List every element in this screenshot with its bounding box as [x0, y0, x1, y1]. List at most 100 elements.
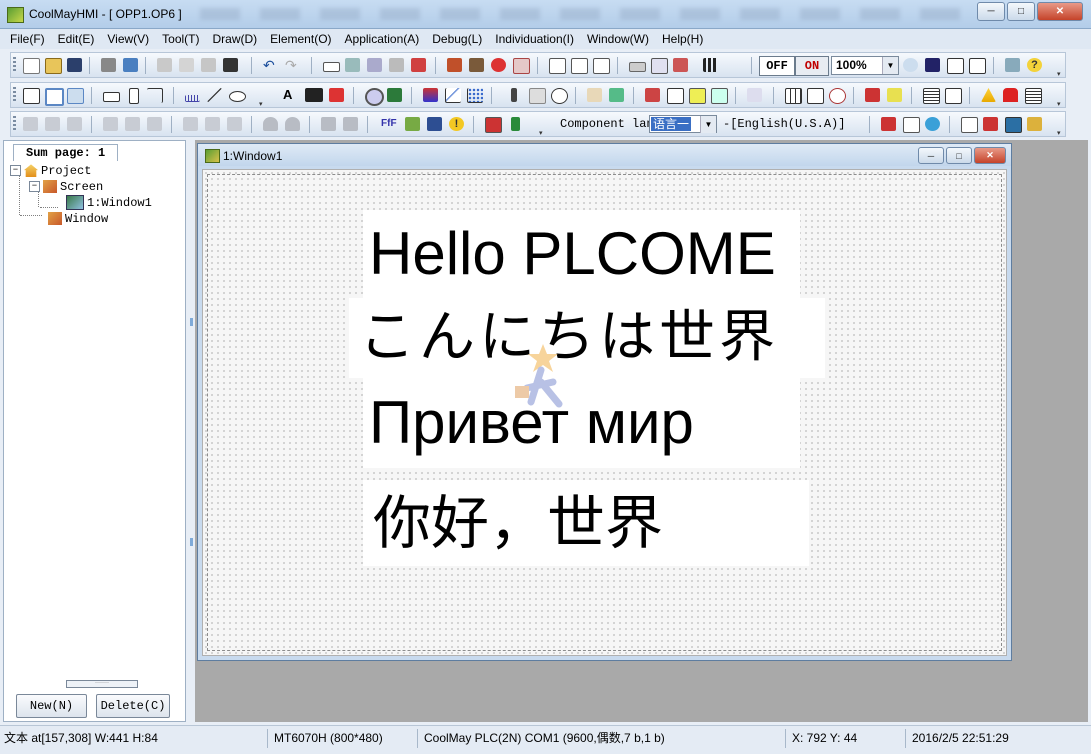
ungroup-icon[interactable] — [343, 117, 358, 131]
zoom-select[interactable]: 100% ▼ — [831, 56, 899, 75]
rectangle-window-icon[interactable] — [323, 62, 340, 72]
panel-splitter[interactable] — [188, 140, 195, 722]
collapse-icon[interactable]: − — [29, 181, 40, 193]
menu-debug[interactable]: Debug(L) — [432, 32, 482, 46]
browser-icon[interactable] — [925, 117, 940, 131]
toolbar-overflow-icon[interactable]: ▾ — [539, 129, 545, 137]
text-element-russian[interactable]: Привет мир — [363, 378, 800, 468]
close-button[interactable]: ✕ — [1037, 2, 1083, 21]
page-icon[interactable] — [549, 58, 566, 74]
child-window[interactable]: 1:Window1 ─ □ ✕ Hello PLCOME こんにちは世界 При… — [197, 143, 1012, 661]
sum-page-tab[interactable]: Sum page: 1 — [13, 144, 119, 161]
design-canvas[interactable]: Hello PLCOME こんにちは世界 Привет мир 你好，世界 — [202, 169, 1007, 656]
paste-icon[interactable] — [201, 58, 216, 72]
monitor-icon[interactable] — [485, 117, 502, 133]
toolbar-overflow-icon[interactable]: ▾ — [259, 100, 265, 108]
undo-icon[interactable]: ↶ — [263, 58, 278, 72]
menu-file[interactable]: File(F) — [10, 32, 45, 46]
search-icon[interactable] — [961, 117, 978, 133]
toolbar-overflow-icon[interactable]: ▾ — [1057, 100, 1063, 108]
line-icon[interactable] — [207, 88, 222, 102]
calendar-icon[interactable] — [651, 58, 668, 74]
same-size-icon[interactable] — [227, 117, 242, 131]
menu-draw[interactable]: Draw(D) — [213, 32, 258, 46]
page-edit-icon[interactable] — [593, 58, 610, 74]
new-file-icon[interactable] — [23, 58, 40, 74]
table-icon[interactable] — [785, 88, 802, 104]
info-icon[interactable]: ! — [449, 117, 464, 131]
picture-icon[interactable] — [609, 88, 624, 102]
io-connect-icon[interactable] — [405, 117, 420, 131]
meter-icon[interactable] — [511, 88, 517, 102]
text-icon[interactable]: A — [283, 88, 298, 102]
tree-node-screen[interactable]: − Screen — [29, 179, 103, 195]
toolbar-overflow-icon[interactable]: ▾ — [1057, 129, 1063, 137]
tree-node-window1[interactable]: 1:Window1 — [66, 195, 152, 211]
window-properties-icon[interactable] — [903, 117, 920, 133]
warning-icon[interactable] — [981, 88, 996, 102]
play-icon[interactable] — [667, 88, 684, 104]
menu-application[interactable]: Application(A) — [345, 32, 420, 46]
timer-icon[interactable] — [829, 88, 846, 104]
horizontal-scrollbar[interactable]: ······· — [66, 680, 138, 688]
align-left-icon[interactable] — [23, 117, 38, 131]
chevron-down-icon[interactable]: ▼ — [882, 57, 898, 74]
function-key-icon[interactable] — [645, 88, 660, 102]
text-element-english[interactable]: Hello PLCOME — [363, 210, 800, 298]
bit-lamp-icon[interactable] — [365, 88, 384, 106]
delete-button[interactable]: Delete(C) — [96, 694, 170, 718]
upload-icon[interactable] — [673, 58, 688, 72]
line-chart-icon[interactable] — [445, 88, 461, 103]
menu-edit[interactable]: Edit(E) — [58, 32, 95, 46]
save-icon[interactable] — [67, 58, 82, 72]
panel-icon[interactable] — [67, 88, 84, 104]
copy-icon[interactable] — [179, 58, 194, 72]
off-button[interactable]: OFF — [759, 56, 795, 76]
split-horizontal-icon[interactable] — [947, 58, 964, 74]
menu-view[interactable]: View(V) — [107, 32, 149, 46]
scatter-chart-icon[interactable] — [467, 88, 483, 103]
new-button[interactable]: New(N) — [16, 694, 87, 718]
ascii-display-icon[interactable] — [329, 88, 344, 102]
help-icon[interactable]: ? — [1027, 58, 1042, 72]
rectangle-icon[interactable] — [23, 88, 40, 104]
redo-icon[interactable]: ↷ — [285, 58, 300, 72]
language-select[interactable]: 语言一 ▼ — [649, 115, 717, 133]
align-bottom-icon[interactable] — [147, 117, 162, 131]
child-close-button[interactable]: ✕ — [974, 147, 1006, 164]
number-display-icon[interactable] — [305, 88, 323, 102]
same-width-icon[interactable] — [183, 117, 198, 131]
device-icon[interactable] — [1005, 117, 1022, 133]
chevron-down-icon[interactable]: ▼ — [700, 116, 716, 133]
trend-chart-icon[interactable] — [423, 88, 438, 102]
screen-icon[interactable] — [345, 58, 360, 72]
alarm-icon[interactable] — [1003, 88, 1018, 102]
word-lamp-icon[interactable] — [387, 88, 402, 102]
text-element-chinese[interactable]: 你好，世界 — [363, 480, 809, 566]
align-right-icon[interactable] — [67, 117, 82, 131]
open-folder-icon[interactable] — [45, 58, 62, 74]
minimize-button[interactable]: ─ — [977, 2, 1005, 21]
download-icon[interactable] — [513, 58, 530, 74]
simulate-icon[interactable] — [491, 58, 506, 72]
tools-icon[interactable] — [469, 58, 484, 72]
text-list-icon[interactable] — [747, 88, 762, 102]
ab-icon[interactable] — [711, 88, 728, 104]
frame-icon[interactable] — [45, 88, 64, 106]
child-maximize-button[interactable]: □ — [946, 147, 972, 164]
menu-window[interactable]: Window(W) — [587, 32, 649, 46]
print-preview-icon[interactable] — [123, 58, 138, 72]
toggle-switch-icon[interactable] — [689, 88, 706, 104]
text-element-japanese[interactable]: こんにちは世界 — [349, 298, 825, 378]
bar-horizontal-icon[interactable] — [103, 92, 120, 102]
tree-node-window[interactable]: Window — [48, 211, 108, 227]
child-title-bar[interactable]: 1:Window1 ─ □ ✕ — [198, 144, 1011, 166]
page-settings-icon[interactable] — [571, 58, 588, 74]
align-top-icon[interactable] — [103, 117, 118, 131]
menu-element[interactable]: Element(O) — [270, 32, 331, 46]
group-icon[interactable] — [321, 117, 336, 131]
align-center-icon[interactable] — [45, 117, 60, 131]
brush-icon[interactable] — [1027, 117, 1042, 131]
polyline-icon[interactable] — [147, 88, 163, 103]
graphic-icon[interactable] — [587, 88, 602, 102]
